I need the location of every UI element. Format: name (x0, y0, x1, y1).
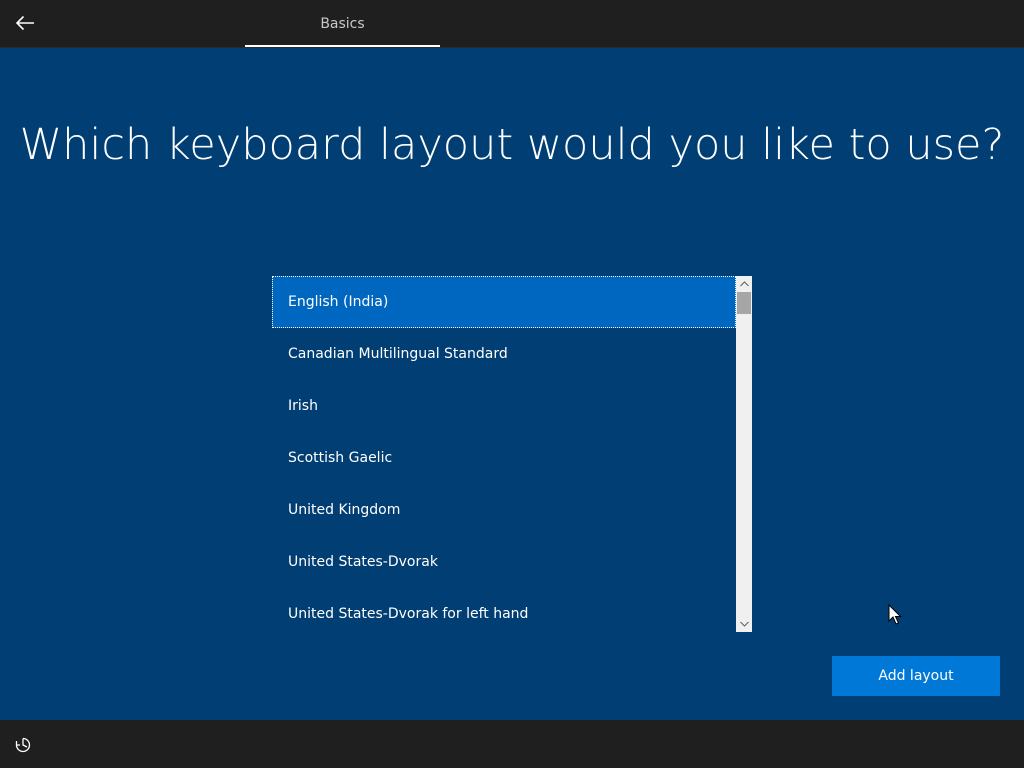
scrollbar-thumb[interactable] (737, 292, 751, 314)
list-item-us-dvorak-left[interactable]: United States-Dvorak for left hand (272, 588, 736, 632)
list-item-label: English (India) (288, 294, 389, 310)
bottom-bar (0, 720, 1024, 768)
list-scrollbar[interactable] (736, 276, 752, 632)
mouse-cursor-icon (888, 604, 902, 625)
page-title: Which keyboard layout would you like to … (19, 120, 1005, 170)
scroll-up-icon[interactable] (736, 276, 752, 292)
top-bar: Basics (0, 0, 1024, 48)
list-item-canadian-multilingual[interactable]: Canadian Multilingual Standard (272, 328, 736, 380)
ease-of-access-icon (15, 737, 31, 753)
list-item-label: United States-Dvorak for left hand (288, 606, 529, 622)
arrow-left-icon (15, 15, 34, 31)
tab-basics-label: Basics (320, 15, 365, 32)
keyboard-layout-list[interactable]: English (India) Canadian Multilingual St… (272, 276, 752, 632)
list-item-irish[interactable]: Irish (272, 380, 736, 432)
list-item-label: United Kingdom (288, 502, 401, 518)
list-item-label: United States-Dvorak (288, 554, 438, 570)
tab-active-indicator (245, 45, 440, 47)
tab-basics: Basics (245, 0, 440, 47)
list-item-scottish-gaelic[interactable]: Scottish Gaelic (272, 432, 736, 484)
back-button[interactable] (8, 6, 42, 40)
list-item-us-dvorak[interactable]: United States-Dvorak (272, 536, 736, 588)
scroll-down-icon[interactable] (736, 616, 752, 632)
main-content: Which keyboard layout would you like to … (0, 48, 1024, 720)
layout-list-items: English (India) Canadian Multilingual St… (272, 276, 736, 632)
list-item-label: Scottish Gaelic (288, 450, 393, 466)
list-item-united-kingdom[interactable]: United Kingdom (272, 484, 736, 536)
list-item-english-india[interactable]: English (India) (272, 276, 736, 328)
ease-of-access-button[interactable] (12, 734, 34, 756)
add-layout-button[interactable]: Add layout (832, 656, 1000, 696)
list-item-label: Irish (288, 398, 318, 414)
list-item-label: Canadian Multilingual Standard (288, 346, 508, 362)
add-layout-label: Add layout (878, 668, 954, 684)
